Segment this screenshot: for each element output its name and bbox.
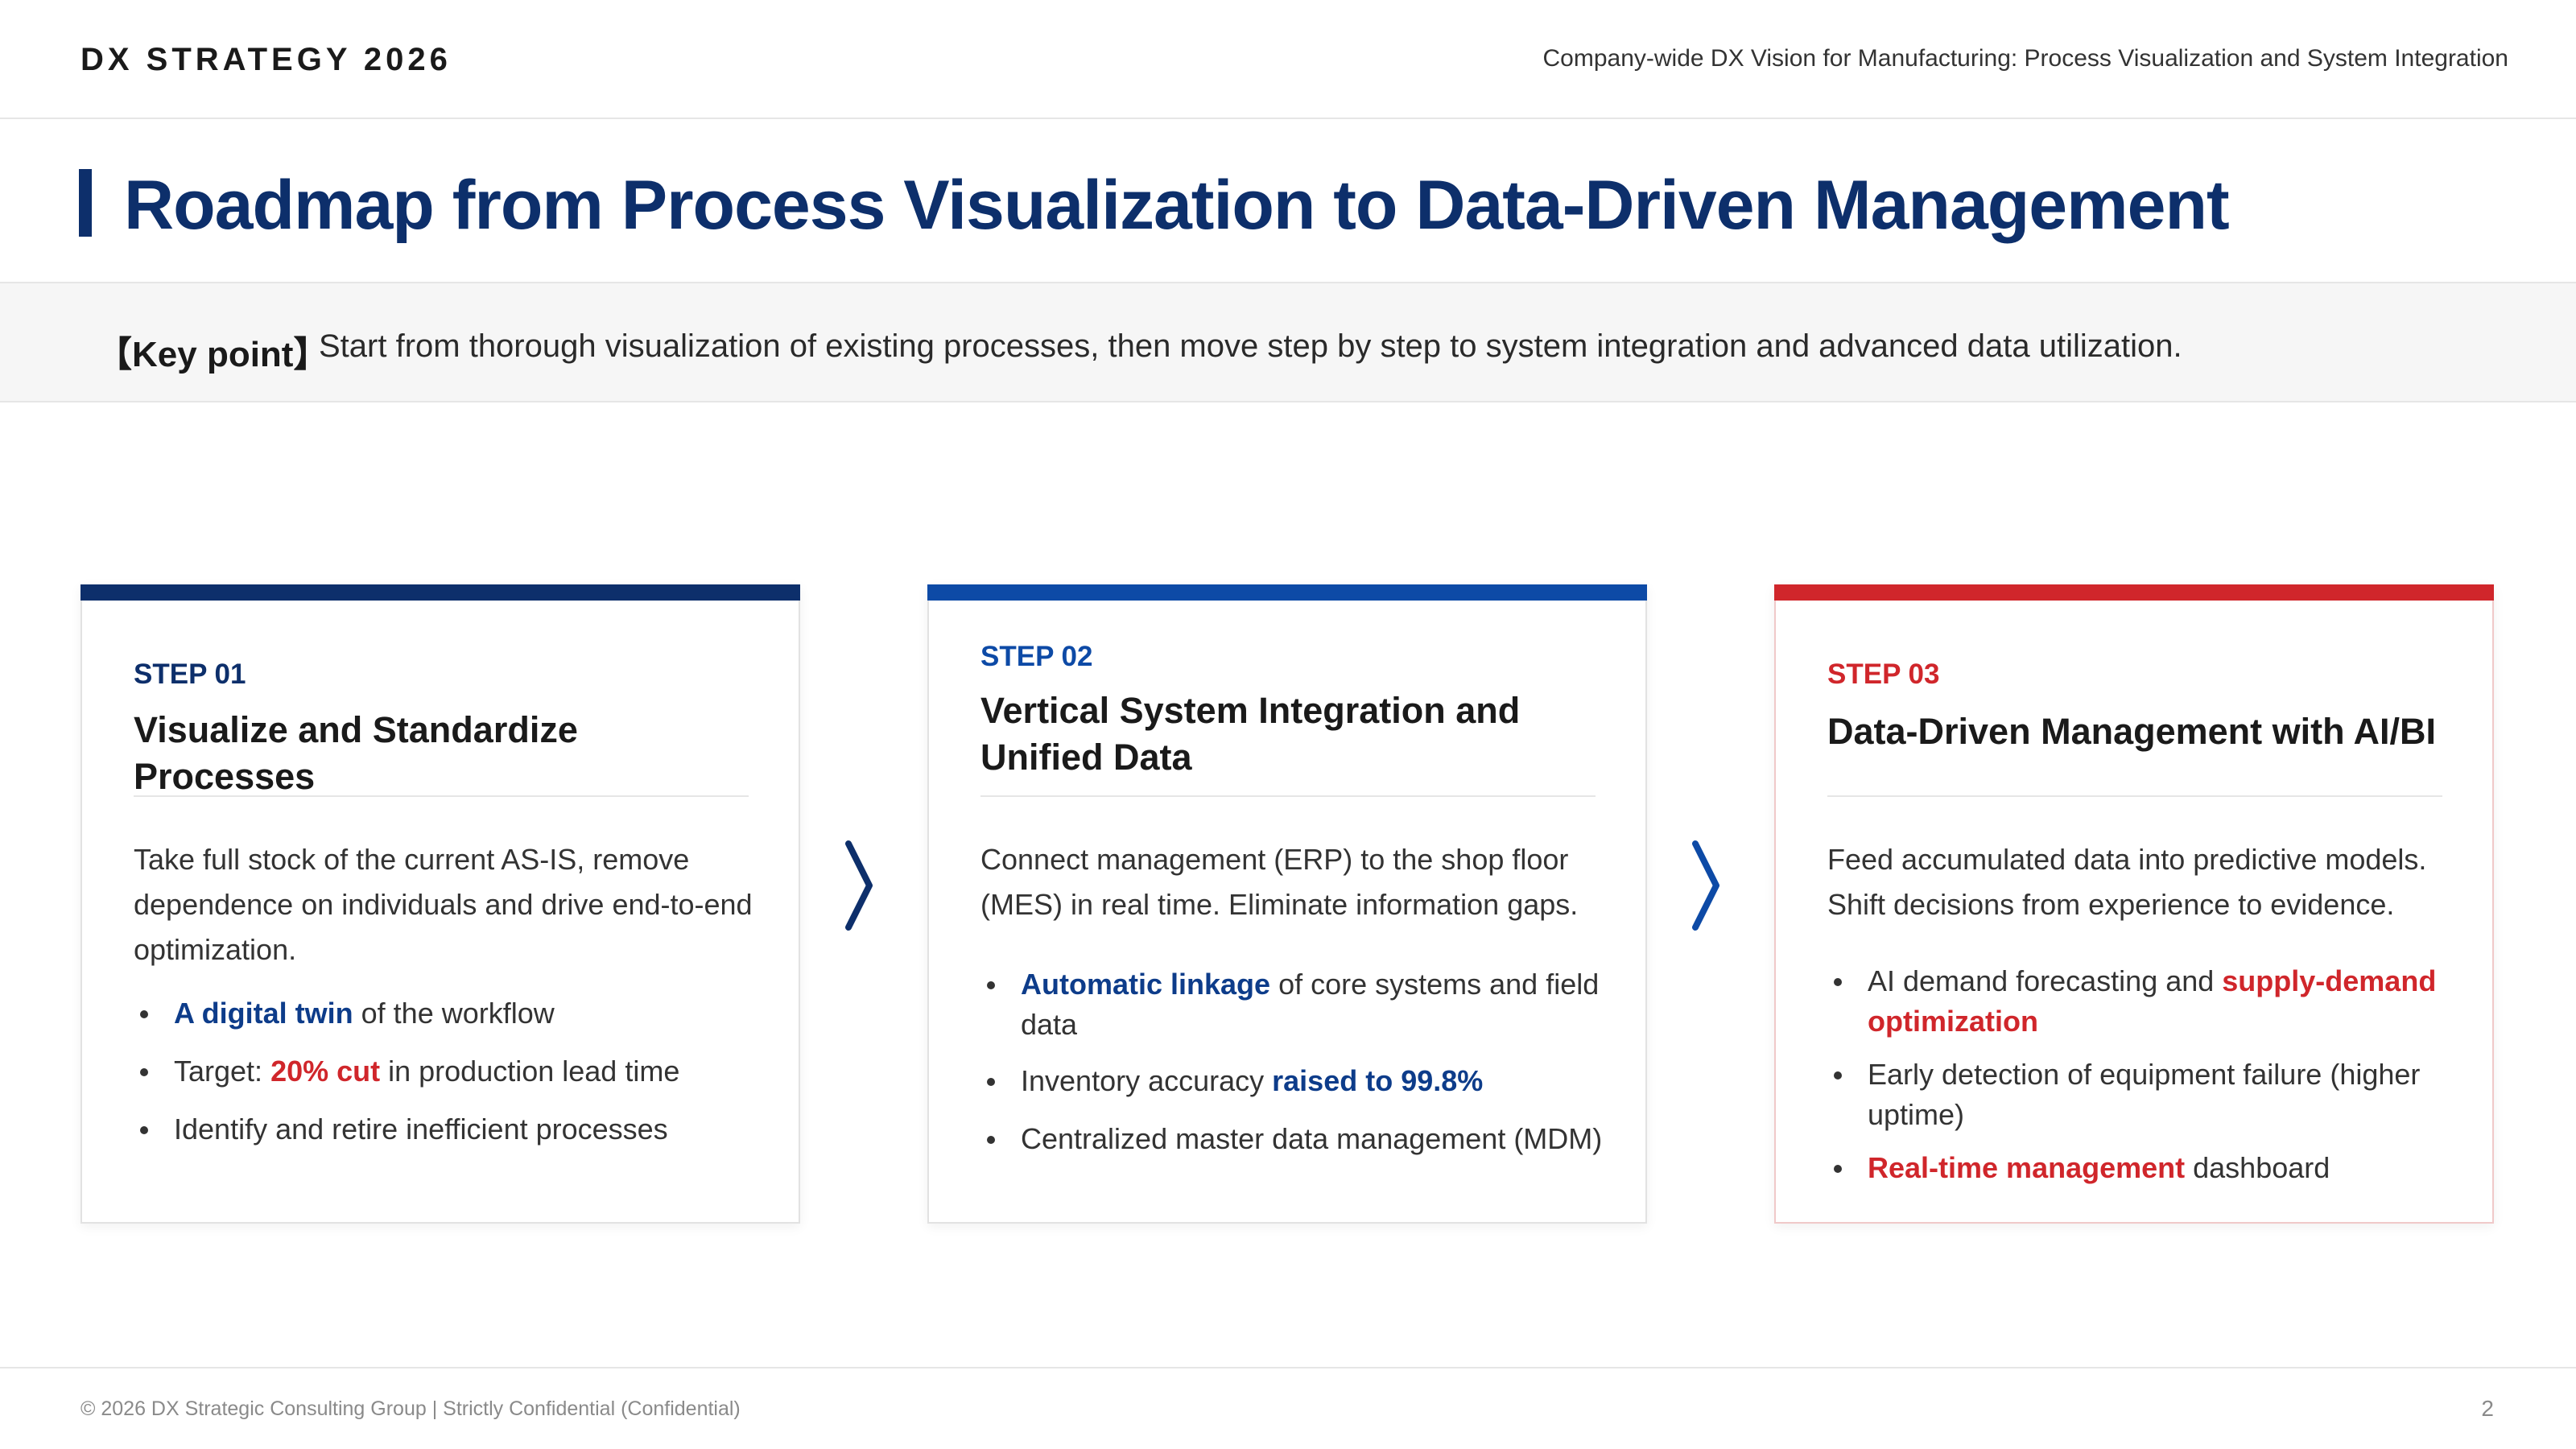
card-description: Take full stock of the current AS-IS, re… [134,843,753,966]
step-label: STEP 02 [980,641,1093,672]
chevron-right-icon [845,840,873,931]
step-card-1: STEP 01 Visualize and Standardize Proces… [80,584,800,1224]
card-title: Visualize and Standardize Processes [134,709,578,797]
step-card-2: STEP 02 Vertical System Integration and … [927,584,1647,1224]
card-title: Vertical System Integration and Unified … [980,690,1521,778]
card-bullets: AI demand forecasting and supply-demand … [1827,961,2455,1188]
step-label: STEP 03 [1827,658,1940,690]
list-item: Centralized master data management (MDM) [980,1119,1608,1159]
footer-copyright: © 2026 DX Strategic Consulting Group | S… [80,1397,741,1420]
card-bullets: A digital twin of the workflow Target: 2… [134,993,762,1150]
page-number: 2 [2481,1396,2494,1421]
list-item: AI demand forecasting and supply-demand … [1827,961,2455,1042]
step-card-3: STEP 03 Data-Driven Management with AI/B… [1774,584,2494,1224]
list-item: Real-time management dashboard [1827,1148,2455,1188]
header-subtitle: Company-wide DX Vision for Manufacturing… [1542,45,2509,72]
brand-label: DX STRATEGY 2026 [80,42,452,77]
card-description: Connect management (ERP) to the shop flo… [980,843,1579,921]
key-point-label: 【Key point】 [97,335,329,374]
list-item: A digital twin of the workflow [134,993,762,1034]
card-bullets: Automatic linkage of core systems and fi… [980,964,1608,1159]
title-accent-bar [79,169,92,237]
key-point-text: Start from thorough visualization of exi… [319,328,2182,364]
card-top-bar [927,584,1647,601]
list-item: Identify and retire inefficient processe… [134,1109,762,1150]
card-top-bar [1774,584,2494,601]
card-description: Feed accumulated data into predictive mo… [1827,843,2427,921]
chevron-right-icon [1692,840,1719,931]
list-item: Inventory accuracy raised to 99.8% [980,1061,1608,1101]
list-item: Early detection of equipment failure (hi… [1827,1055,2455,1135]
key-point-banner: 【Key point】 Start from thorough visualiz… [0,282,2576,402]
card-divider [134,795,749,797]
slide: DX STRATEGY 2026 Company-wide DX Vision … [0,0,2576,1449]
page-title: Roadmap from Process Visualization to Da… [124,167,2230,244]
list-item: Automatic linkage of core systems and fi… [980,964,1608,1045]
card-top-bar [80,584,800,601]
list-item: Target: 20% cut in production lead time [134,1051,762,1092]
header: DX STRATEGY 2026 Company-wide DX Vision … [0,0,2576,119]
card-title: Data-Driven Management with AI/BI [1827,711,2436,752]
footer-divider [0,1367,2576,1368]
card-divider [980,795,1596,797]
card-divider [1827,795,2442,797]
step-label: STEP 01 [134,658,246,690]
